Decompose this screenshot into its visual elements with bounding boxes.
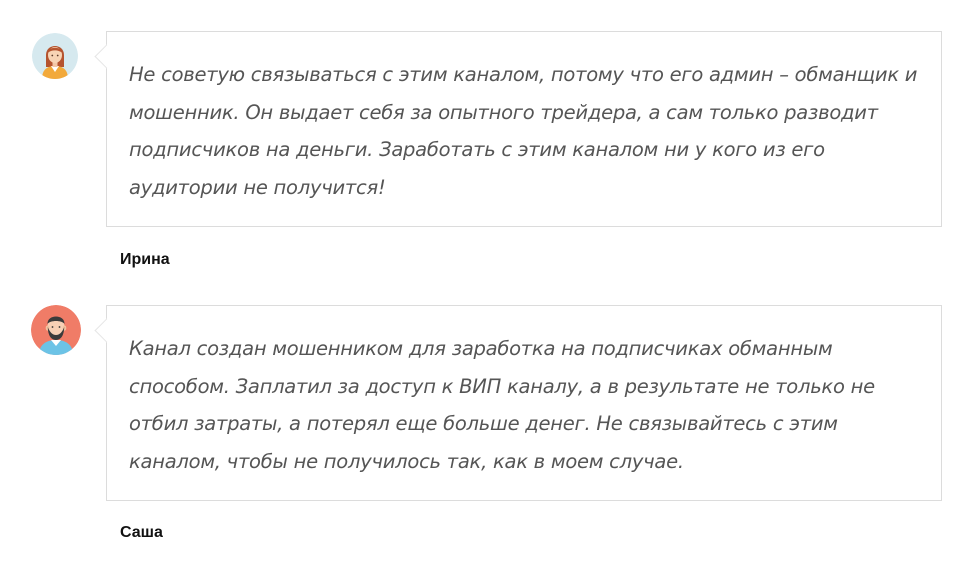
comment-bubble: Канал создан мошенником для заработка на… (94, 305, 942, 501)
bearded-man-avatar-icon (31, 305, 81, 355)
comment-bubble: Не советую связываться с этим каналом, п… (94, 31, 942, 227)
comment-author: Саша (120, 524, 163, 541)
comment-text: Не советую связываться с этим каналом, п… (129, 63, 918, 199)
comment-text: Канал создан мошенником для заработка на… (129, 337, 875, 473)
comment-author: Ирина (120, 251, 170, 268)
woman-avatar-icon (32, 33, 78, 79)
